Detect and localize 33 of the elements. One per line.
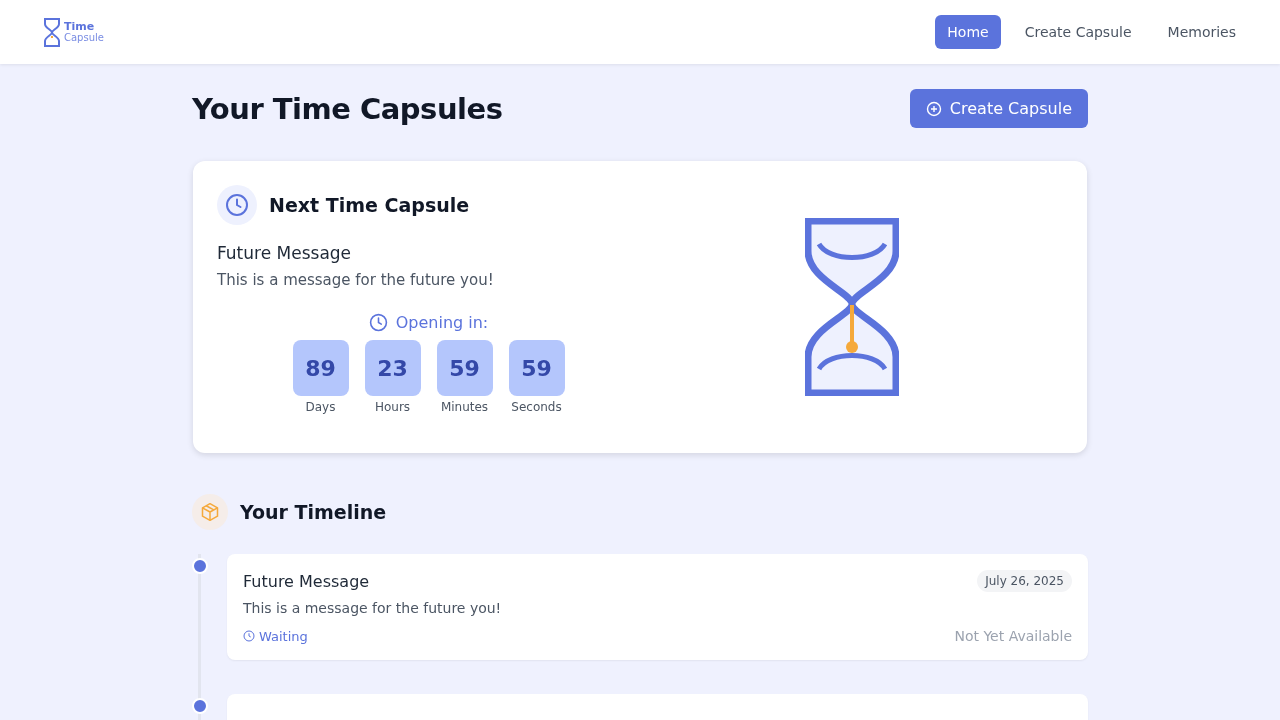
timeline-dot: [192, 698, 208, 714]
section-heading: Next Time Capsule: [269, 194, 470, 216]
countdown-unit: Seconds: [511, 400, 562, 414]
status-label: Waiting: [259, 628, 308, 644]
clock-icon: [368, 313, 388, 332]
section-heading: Your Timeline: [240, 501, 387, 523]
capsule-title: Future Message: [217, 243, 353, 263]
countdown-value: 89: [292, 340, 349, 396]
plus-circle-icon: [925, 100, 942, 117]
package-icon: [192, 494, 228, 530]
countdown-value: 59: [508, 340, 565, 396]
countdown-unit: Hours: [374, 400, 411, 414]
countdown-value: 23: [364, 340, 421, 396]
create-capsule-button[interactable]: Create Capsule: [909, 89, 1088, 128]
clock-icon: [217, 185, 257, 225]
capsule-message: This is a message for the future you!: [243, 600, 503, 616]
page-title: Your Time Capsules: [192, 91, 503, 126]
countdown-unit: Minutes: [440, 400, 489, 414]
capsule-title: Future Message: [243, 571, 370, 591]
nav-link[interactable]: Home: [935, 15, 1001, 49]
countdown-unit: Days: [305, 400, 336, 414]
countdown-value: 59: [436, 340, 493, 396]
clock-icon: [243, 630, 255, 642]
date-badge: July 26, 2025: [977, 570, 1072, 592]
countdown-label: Opening in:: [395, 313, 489, 332]
timeline-dot: [192, 558, 208, 574]
brand-name: Time: [64, 21, 96, 32]
brand-subtitle: Capsule: [64, 32, 104, 43]
capsule-message: This is a message for the future you!: [217, 271, 495, 289]
nav-link[interactable]: Create Capsule: [1012, 15, 1144, 49]
availability-text: Not Yet Available: [954, 628, 1072, 644]
hourglass-logo-icon: [44, 17, 60, 47]
nav-link[interactable]: Memories: [1155, 15, 1248, 49]
